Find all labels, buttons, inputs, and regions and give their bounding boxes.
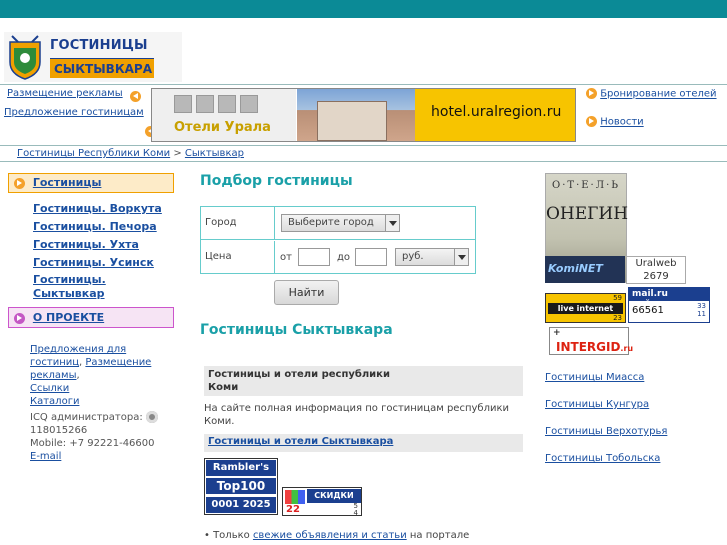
hotels-title: Гостиницы Сыктывкара — [200, 322, 393, 338]
chevron-down-icon — [385, 215, 399, 231]
bar-chart-icon — [285, 490, 305, 504]
hotels-ural-banner[interactable]: Отели Урала hotel.uralregion.ru — [151, 88, 576, 142]
news-link[interactable]: Новости — [600, 117, 643, 128]
to-label: до — [337, 252, 351, 263]
nav-city-usinsk[interactable]: Гостиницы. Усинск — [33, 256, 154, 269]
right-link-miass[interactable]: Гостиницы Миасса — [545, 372, 644, 383]
icq-flower-icon — [145, 411, 158, 423]
mailru-counter[interactable]: mail.ru рейтинг 66561 33 11 — [628, 287, 710, 323]
contacts: ICQ администратора: 118015266 Mobile: +7… — [30, 411, 180, 463]
nav-city-vorkuta[interactable]: Гостиницы. Воркута — [33, 202, 162, 215]
logo-line1: ГОСТИНИЦЫ — [50, 38, 148, 53]
box-text: На сайте полная информация по гостиницам… — [204, 403, 510, 427]
nav-project-label: О ПРОЕКТЕ — [32, 311, 105, 324]
news-item[interactable]: Новости — [586, 116, 644, 128]
syktyvkar-hotels-link[interactable]: Гостиницы и отели Сыктывкара — [208, 436, 393, 447]
search-title: Подбор гостиницы — [200, 173, 353, 189]
skidki-counter[interactable]: СКИДКИ 22 54 — [282, 487, 362, 517]
advertising-link[interactable]: Размещение рекламы — [7, 88, 123, 99]
breadcrumb-root[interactable]: Гостиницы Республики Коми — [17, 148, 170, 159]
currency-select[interactable]: руб. — [395, 248, 469, 266]
icq-label: ICQ администратора: — [30, 412, 143, 423]
top-bar — [0, 0, 727, 18]
email-link[interactable]: E-mail — [30, 451, 61, 462]
city-label: Город — [205, 217, 237, 228]
phone-icon — [240, 95, 258, 113]
divider — [0, 145, 727, 146]
price-from-input[interactable] — [298, 248, 330, 266]
breadcrumb: Гостиницы Республики Коми > Сыктывкар — [17, 148, 244, 159]
rambler-counter[interactable]: Rambler's Top100 0001 2025 — [204, 458, 278, 515]
logo-line2: СЫКТЫВКАРА — [50, 58, 154, 78]
fresh-ads-link[interactable]: свежие объявления и статьи — [253, 530, 407, 541]
nav-project[interactable]: О ПРОЕКТЕ — [8, 307, 174, 328]
booking-item[interactable]: Бронирование отелей — [586, 88, 717, 100]
mobile: Mobile: +7 92221-46600 — [30, 438, 155, 449]
catalogs-link[interactable]: Каталоги — [30, 396, 79, 407]
nav-hotels[interactable]: Гостиницы — [8, 173, 174, 193]
side-links: Предложения для гостиниц, Размещение рек… — [30, 344, 152, 407]
links-link[interactable]: Ссылки — [30, 383, 69, 394]
uralweb-counter[interactable]: Uralweb 2679 — [626, 256, 686, 284]
box-heading: Гостиницы и отели республики Коми — [204, 366, 523, 396]
right-link-verkhoturye[interactable]: Гостиницы Верхотурья — [545, 426, 667, 437]
right-link-tobolsk[interactable]: Гостиницы Тобольска — [545, 453, 660, 464]
price-label: Цена — [205, 251, 232, 262]
city-select[interactable]: Выберите город — [281, 214, 400, 232]
nav-hotels-label: Гостиницы — [32, 176, 102, 189]
divider — [0, 161, 727, 162]
arrow-right-icon — [586, 88, 597, 99]
nav-city-pechora[interactable]: Гостиницы. Печора — [33, 220, 157, 233]
from-label: от — [280, 252, 292, 263]
city-row: Город Выберите город — [201, 207, 475, 240]
coat-of-arms-icon — [9, 35, 41, 80]
icq-number: 118015266 — [30, 425, 88, 436]
breadcrumb-separator: > — [173, 148, 182, 159]
price-to-input[interactable] — [355, 248, 387, 266]
intergid-banner[interactable]: + INTERGID.ru — [549, 327, 633, 355]
liveinternet-counter[interactable]: 59 live internet 23 — [545, 293, 626, 323]
price-row: Цена от до руб. — [201, 241, 475, 274]
nav-city-syktyvkar[interactable]: Гостиницы. Сыктывкар — [33, 273, 143, 301]
banner-left: Отели Урала — [152, 89, 296, 141]
kominet-banner[interactable]: KomiNET — [545, 256, 625, 283]
arrow-left-icon — [130, 90, 141, 102]
banner-icons — [174, 95, 258, 113]
offer-hotels-link[interactable]: Предложение гостиницам — [4, 107, 144, 118]
cutlery-icon — [196, 95, 214, 113]
box-link-row: Гостиницы и отели Сыктывкара — [204, 434, 523, 452]
breadcrumb-current[interactable]: Сыктывкар — [185, 148, 244, 159]
booking-link[interactable]: Бронирование отелей — [600, 89, 716, 100]
arrow-right-icon — [14, 177, 25, 189]
search-form: Город Выберите город Цена от до руб. — [200, 206, 476, 274]
right-link-kungur[interactable]: Гостиницы Кунгура — [545, 399, 649, 410]
banner-title: Отели Урала — [174, 120, 271, 135]
chevron-down-icon — [454, 249, 468, 265]
arrow-right-icon — [14, 312, 25, 324]
banner-url: hotel.uralregion.ru — [415, 89, 575, 141]
luggage-icon — [174, 95, 192, 113]
bottom-note: • Только свежие объявления и статьи на п… — [204, 530, 470, 541]
nav-city-ukhta[interactable]: Гостиницы. Ухта — [33, 238, 139, 251]
site-logo[interactable]: ГОСТИНИЦЫ СЫКТЫВКАРА — [4, 32, 182, 82]
bed-icon — [218, 95, 236, 113]
find-button[interactable]: Найти — [274, 280, 339, 305]
hotel-photo — [297, 89, 415, 141]
divider — [0, 84, 727, 85]
arrow-right-icon — [586, 116, 597, 127]
